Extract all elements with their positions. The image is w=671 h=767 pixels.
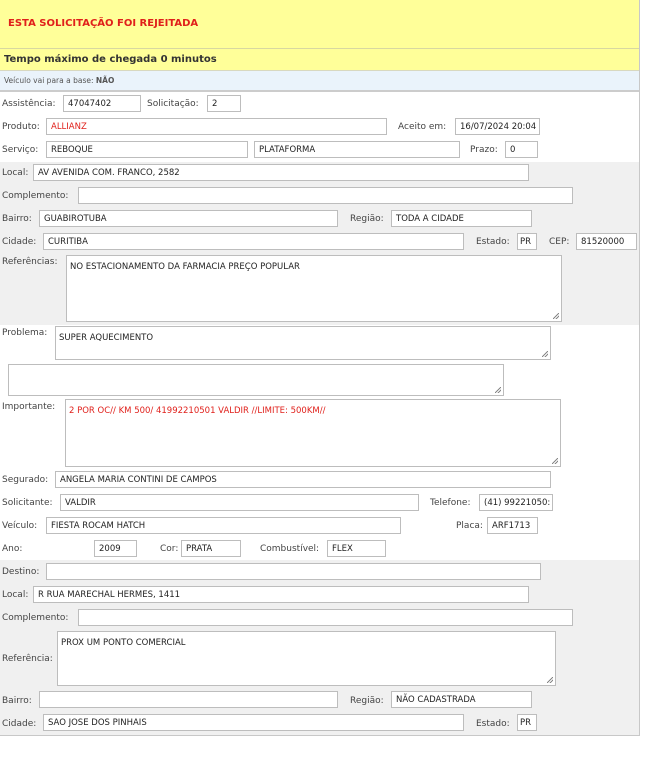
destino-estado-input[interactable]: PR [517,714,537,731]
cor-input[interactable]: PRATA [181,540,241,557]
placa-label: Placa: [456,521,483,531]
base-value: NÃO [95,76,115,85]
solicitante-label: Solicitante: [2,498,53,508]
bairro-input[interactable]: GUABIROTUBA [39,210,338,227]
referencias-label: Referências: [2,257,58,267]
destino-local-label: Local: [2,590,29,600]
cep-label: CEP: [549,237,570,247]
local-label: Local: [2,168,29,178]
destino-regiao-label: Região: [350,696,384,706]
problema-textarea[interactable]: SUPER AQUECIMENTO [55,326,551,360]
destino-label: Destino: [2,567,40,577]
destino-cidade-label: Cidade: [2,719,37,729]
produto-input[interactable]: ALLIANZ [46,118,387,135]
arrival-time: Tempo máximo de chegada 0 minutos [4,54,217,65]
importante-label: Importante: [2,402,56,412]
estado-label: Estado: [476,237,510,247]
destino-bairro-input[interactable] [39,691,338,708]
aceito-input[interactable]: 16/07/2024 20:04 [455,118,540,135]
cidade-label: Cidade: [2,237,37,247]
prazo-input[interactable]: 0 [505,141,538,158]
regiao-label: Região: [350,214,384,224]
veiculo-input[interactable]: FIESTA ROCAM HATCH [46,517,401,534]
destino-input[interactable] [46,563,541,580]
alert-banner: ESTA SOLICITAÇÃO FOI REJEITADA [0,0,639,49]
local-input[interactable]: AV AVENIDA COM. FRANCO, 2582 [33,164,529,181]
referencias-textarea[interactable]: NO ESTACIONAMENTO DA FARMACIA PREÇO POPU… [66,255,562,322]
problema-extra-textarea[interactable] [8,364,504,396]
estado-input[interactable]: PR [517,233,537,250]
veiculo-label: Veículo: [2,521,38,531]
destino-local-input[interactable]: R RUA MARECHAL HERMES, 1411 [33,586,529,603]
bairro-label: Bairro: [2,214,32,224]
complemento-input[interactable] [78,187,573,204]
importante-textarea[interactable]: 2 POR OC// KM 500/ 41992210501 VALDIR //… [65,399,561,467]
aceito-label: Aceito em: [398,122,447,132]
cidade-input[interactable]: CURITIBA [43,233,464,250]
destino-bairro-label: Bairro: [2,696,32,706]
solicitacao-label: Solicitação: [147,99,199,109]
destino-estado-label: Estado: [476,719,510,729]
assistencia-label: Assistência: [2,99,56,109]
destino-referencia-label: Referência: [2,654,53,664]
destino-referencia-textarea[interactable]: PROX UM PONTO COMERCIAL [57,631,556,686]
servico-label: Serviço: [2,145,39,155]
regiao-input[interactable]: TODA A CIDADE [391,210,532,227]
placa-input[interactable]: ARF1713 [487,517,538,534]
servico-input[interactable]: REBOQUE [46,141,248,158]
servico-tipo-input[interactable]: PLATAFORMA [254,141,460,158]
telefone-label: Telefone: [430,498,471,508]
destino-complemento-label: Complemento: [2,613,69,623]
rejected-message: ESTA SOLICITAÇÃO FOI REJEITADA [8,18,199,29]
arrival-time-bar: Tempo máximo de chegada 0 minutos [0,49,639,71]
solicitante-input[interactable]: VALDIR [60,494,419,511]
produto-label: Produto: [2,122,40,132]
cor-label: Cor: [160,544,179,554]
prazo-label: Prazo: [470,145,498,155]
complemento-label: Complemento: [2,191,69,201]
cep-input[interactable]: 81520000 [576,233,637,250]
destino-cidade-input[interactable]: SAO JOSE DOS PINHAIS [43,714,464,731]
segurado-input[interactable]: ANGELA MARIA CONTINI DE CAMPOS [55,471,551,488]
destino-complemento-input[interactable] [78,609,573,626]
combustivel-input[interactable]: FLEX [327,540,386,557]
base-info-bar: Veículo vai para a base: NÃO [0,71,639,92]
ano-input[interactable]: 2009 [94,540,137,557]
segurado-label: Segurado: [2,475,49,485]
combustivel-label: Combustível: [260,544,320,554]
problema-label: Problema: [2,328,48,338]
solicitacao-input[interactable]: 2 [207,95,241,112]
telefone-input[interactable]: (41) 99221050: [479,494,553,511]
destino-regiao-input[interactable]: NÃO CADASTRADA [391,691,532,708]
assistencia-input[interactable]: 47047402 [63,95,141,112]
ano-label: Ano: [2,544,23,554]
base-label: Veículo vai para a base: [4,76,94,85]
